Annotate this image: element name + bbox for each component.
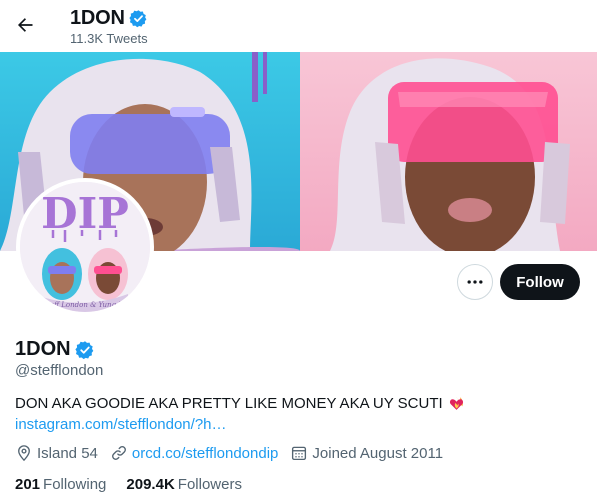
tweet-count: 11.3K Tweets bbox=[70, 31, 148, 46]
calendar-icon bbox=[292, 446, 307, 461]
more-dots-icon bbox=[467, 280, 483, 284]
header-title-row: 1DON bbox=[70, 7, 148, 30]
location-pin-icon bbox=[18, 445, 30, 462]
display-name: 1DON bbox=[15, 338, 71, 360]
following-count: 201 bbox=[15, 476, 41, 493]
profile-handle: @stefflondon bbox=[15, 362, 104, 379]
followers-label: Followers bbox=[177, 476, 242, 493]
joined-item: Joined August 2011 bbox=[290, 444, 443, 462]
verified-badge-icon bbox=[129, 10, 147, 28]
profile-meta: Island 54 orcd.co/stefflondondip Joined … bbox=[15, 444, 455, 462]
avatar-caption: Steff London & Yung Bo bbox=[42, 301, 127, 309]
verified-badge-icon[interactable] bbox=[74, 340, 95, 360]
avatar-image: DIP Steff London & Yung Bo bbox=[20, 182, 150, 312]
joined-text: Joined August 2011 bbox=[312, 444, 444, 462]
follow-button[interactable]: Follow bbox=[500, 264, 580, 300]
bio-text: DON AKA GOODIE AKA PRETTY LIKE MONEY AKA… bbox=[15, 395, 443, 412]
back-button[interactable] bbox=[8, 8, 42, 42]
link-icon bbox=[111, 446, 126, 460]
following-label: Following bbox=[43, 476, 107, 493]
location-item: Island 54 bbox=[15, 444, 98, 462]
top-bar: 1DON 11.3K Tweets bbox=[0, 0, 597, 52]
follow-stats: 201 Following 209.4K Followers bbox=[15, 476, 262, 493]
profile-bio: DON AKA GOODIE AKA PRETTY LIKE MONEY AKA… bbox=[15, 395, 465, 412]
bio-instagram-link[interactable]: instagram.com/stefflondon/?h… bbox=[15, 416, 227, 433]
profile-avatar[interactable]: DIP Steff London & Yung Bo bbox=[16, 178, 154, 316]
heart-on-fire-emoji-icon bbox=[449, 397, 463, 410]
back-arrow-icon bbox=[18, 18, 33, 32]
location-text: Island 54 bbox=[37, 444, 98, 462]
followers-count: 209.4K bbox=[126, 476, 175, 493]
website-link[interactable]: orcd.co/stefflondondip bbox=[132, 445, 279, 462]
header-title: 1DON bbox=[70, 7, 125, 29]
website-item: orcd.co/stefflondondip bbox=[110, 444, 279, 462]
followers-stat[interactable]: 209.4K Followers bbox=[126, 476, 242, 493]
profile-name-row: 1DON bbox=[15, 338, 95, 361]
more-options-button[interactable] bbox=[457, 264, 493, 300]
following-stat[interactable]: 201 Following bbox=[15, 476, 106, 493]
